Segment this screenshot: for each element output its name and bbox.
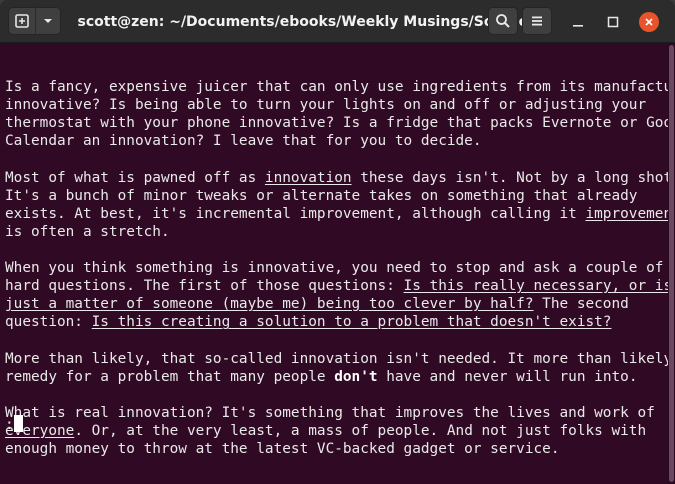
underlined-text: just a matter of someone (maybe me) bein… [5, 296, 534, 313]
text-segment: exists. At best, it's incremental improv… [5, 205, 586, 222]
text-segment: enough money to throw at the latest VC-b… [5, 440, 560, 457]
terminal-output[interactable]: Is a fancy, expensive juicer that can on… [0, 43, 675, 484]
text-segment: When you think something is innovative, … [5, 260, 664, 277]
text-segment: More than likely, that so-called innovat… [5, 350, 675, 367]
text-segment: question: [5, 314, 92, 331]
text-segment: The second [533, 296, 629, 313]
terminal-line: It's a bunch of minor tweaks or alternat… [5, 187, 668, 205]
close-icon [645, 18, 653, 26]
terminal-line: enough money to throw at the latest VC-b… [5, 440, 668, 458]
scrollbar[interactable] [668, 43, 675, 484]
underlined-text: innovation [264, 169, 352, 186]
search-button[interactable] [488, 7, 518, 35]
text-segment: innovative? Is being able to turn your l… [5, 97, 647, 114]
terminal-line: Most of what is pawned off as innovation… [5, 169, 675, 187]
terminal-line: question: Is this creating a solution to… [5, 313, 668, 331]
terminal-line: everyone. Or, at the very least, a mass … [5, 422, 668, 440]
scrollbar-thumb[interactable] [669, 45, 674, 482]
new-tab-icon [15, 14, 29, 28]
terminal-line: Calendar an innovation? I leave that for… [5, 132, 668, 150]
text-segment: remedy for a problem that many people [5, 368, 335, 385]
text-segment: It's a bunch of minor tweaks or alternat… [5, 187, 638, 204]
text-cursor [13, 415, 23, 432]
chevron-down-icon [44, 19, 52, 23]
text-segment: is often a stretch. [5, 223, 170, 240]
terminal-line: Is a fancy, expensive juicer that can on… [5, 78, 675, 96]
maximize-button[interactable] [604, 13, 622, 31]
text-segment: What is real innovation? It's something … [5, 404, 655, 421]
underlined-text: Is this really necessary, or is it [403, 278, 675, 295]
terminal-line: What is real innovation? It's something … [5, 404, 668, 422]
pager-prompt[interactable]: : [5, 415, 23, 433]
close-button[interactable] [639, 12, 659, 32]
text-segment: Most of what is pawned off as [5, 169, 265, 186]
terminal-line: just a matter of someone (maybe me) bein… [5, 295, 668, 313]
underlined-text: Is this creating a solution to a problem… [91, 314, 612, 331]
terminal-line: thermostat with your phone innovative? I… [5, 114, 675, 132]
text-segment: thermostat with your phone innovative? I… [5, 115, 675, 132]
text-segment: Calendar an innovation? I leave that for… [5, 133, 482, 150]
search-icon [496, 14, 510, 28]
tab-menu-button[interactable] [35, 7, 61, 35]
terminal-window: scott@zen: ~/Documents/ebooks/Weekly Mus… [0, 0, 675, 484]
new-tab-button[interactable] [8, 7, 36, 35]
titlebar[interactable]: scott@zen: ~/Documents/ebooks/Weekly Mus… [0, 0, 675, 43]
terminal-line: exists. At best, it's incremental improv… [5, 205, 675, 223]
minimize-icon [573, 25, 583, 27]
text-segment: hard questions. The first of those quest… [5, 278, 404, 295]
prompt-text: : [5, 417, 14, 433]
text-segment: these days isn't. Not by a long shot. [351, 169, 675, 186]
terminal-line: hard questions. The first of those quest… [5, 277, 672, 295]
terminal-line: When you think something is innovative, … [5, 259, 668, 277]
maximize-icon [607, 16, 619, 28]
bold-text: don't [334, 368, 378, 385]
terminal-line: remedy for a problem that many people do… [5, 368, 668, 386]
hamburger-icon [532, 16, 542, 26]
terminal-line: More than likely, that so-called innovat… [5, 350, 672, 368]
terminal-line: is often a stretch. [5, 223, 668, 241]
underlined-text: improvement [585, 205, 675, 222]
minimize-button[interactable] [569, 13, 587, 31]
text-segment: . Or, at the very least, a mass of peopl… [74, 422, 647, 439]
window-title: scott@zen: ~/Documents/ebooks/Weekly Mus… [77, 13, 537, 30]
text-segment: Is a fancy, expensive juicer that can on… [5, 79, 675, 96]
text-segment: have and never will run into. [377, 368, 638, 385]
menu-button[interactable] [522, 7, 552, 35]
terminal-line: innovative? Is being able to turn your l… [5, 96, 668, 114]
